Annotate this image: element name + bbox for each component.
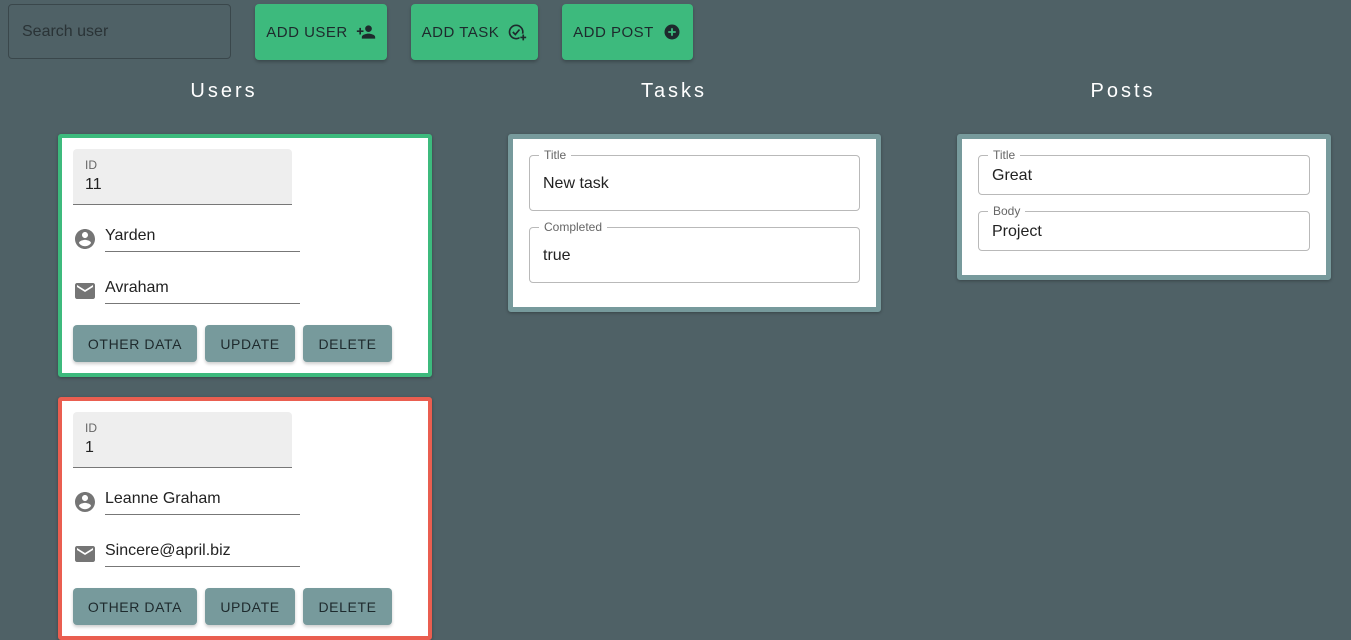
- user-id-label: ID: [85, 421, 97, 435]
- user-id-field[interactable]: ID 1: [73, 412, 292, 468]
- user-name-field[interactable]: Leanne Graham: [73, 487, 301, 517]
- user-email-field[interactable]: Avraham: [73, 276, 301, 306]
- other-data-button[interactable]: OTHER DATA: [73, 588, 197, 625]
- account-circle-icon: [75, 492, 95, 512]
- add-circle-icon: [664, 24, 680, 40]
- user-name-field[interactable]: Yarden: [73, 224, 301, 254]
- task-title-field[interactable]: Title New task: [529, 148, 860, 211]
- task-title-value: New task: [543, 175, 609, 192]
- task-completed-value: true: [543, 247, 571, 264]
- add-post-label: ADD POST: [573, 23, 654, 41]
- user-card: ID 1 Leanne Graham Sincere@april.biz OTH…: [58, 397, 432, 640]
- users-column-title: Users: [190, 80, 258, 102]
- user-id-value: 11: [85, 176, 102, 193]
- add-user-button[interactable]: ADD USER: [255, 4, 387, 60]
- post-title-label: Title: [988, 148, 1021, 162]
- user-card: ID 11 Yarden Avraham OTHER DATA UPDATE D…: [58, 134, 432, 377]
- update-button[interactable]: UPDATE: [205, 588, 295, 625]
- user-email-field[interactable]: Sincere@april.biz: [73, 539, 301, 569]
- task-add-icon: [508, 24, 528, 42]
- add-task-label: ADD TASK: [421, 23, 500, 41]
- other-data-button[interactable]: OTHER DATA: [73, 325, 197, 362]
- post-body-label: Body: [988, 204, 1026, 218]
- delete-button[interactable]: DELETE: [303, 325, 392, 362]
- add-user-label: ADD USER: [266, 23, 348, 41]
- user-name-value: Yarden: [105, 224, 300, 252]
- post-card: Title Great Body Project: [957, 134, 1331, 280]
- task-completed-label: Completed: [539, 220, 608, 234]
- task-card: Title New task Completed true: [508, 134, 881, 312]
- add-task-button[interactable]: ADD TASK: [411, 4, 538, 60]
- post-body-value: Project: [992, 223, 1042, 240]
- delete-button[interactable]: DELETE: [303, 588, 392, 625]
- post-body-field[interactable]: Body Project: [978, 204, 1310, 251]
- user-email-value: Sincere@april.biz: [105, 539, 300, 567]
- task-completed-field[interactable]: Completed true: [529, 220, 860, 283]
- user-email-value: Avraham: [105, 276, 300, 304]
- post-title-value: Great: [992, 167, 1033, 184]
- add-post-button[interactable]: ADD POST: [562, 4, 693, 60]
- user-name-value: Leanne Graham: [105, 487, 300, 515]
- search-user-input[interactable]: [8, 4, 231, 59]
- tasks-column-title: Tasks: [640, 80, 708, 102]
- mail-icon: [75, 546, 95, 562]
- posts-column-title: Posts: [1090, 80, 1156, 102]
- user-id-value: 1: [85, 439, 94, 456]
- person-add-icon: [356, 25, 375, 39]
- mail-icon: [75, 283, 95, 299]
- account-circle-icon: [75, 229, 95, 249]
- user-id-field[interactable]: ID 11: [73, 149, 292, 205]
- update-button[interactable]: UPDATE: [205, 325, 295, 362]
- post-title-field[interactable]: Title Great: [978, 148, 1310, 195]
- task-title-label: Title: [539, 148, 572, 162]
- toolbar: ADD USER ADD TASK ADD POST: [0, 0, 1351, 64]
- user-id-label: ID: [85, 158, 97, 172]
